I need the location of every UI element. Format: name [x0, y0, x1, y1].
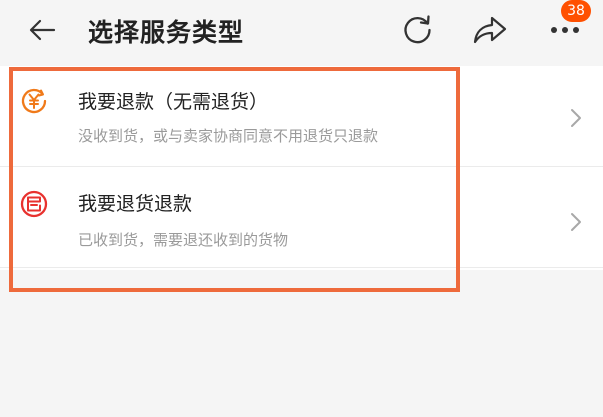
- service-type-list: 我要退款（无需退货） 没收到货，或与卖家协商同意不用退货只退款 我要退货退款 已…: [0, 66, 603, 270]
- page-title: 选择服务类型: [88, 18, 245, 47]
- refund-yen-icon: [21, 88, 47, 114]
- share-button[interactable]: [470, 10, 510, 50]
- back-button[interactable]: [22, 12, 62, 48]
- share-icon: [473, 16, 507, 44]
- refresh-icon: [404, 15, 431, 44]
- notification-badge: 38: [561, 0, 591, 22]
- top-bar: 选择服务类型 38: [0, 0, 603, 62]
- back-arrow-icon: [29, 19, 56, 41]
- refresh-button[interactable]: [398, 10, 438, 50]
- option-return-and-refund[interactable]: 我要退货退款 已收到货，需要退还收到的货物: [0, 167, 603, 268]
- chevron-right-icon: [571, 109, 581, 127]
- option-title: 我要退款（无需退货）: [78, 91, 269, 113]
- option-title: 我要退货退款: [78, 193, 193, 215]
- option-refund-only[interactable]: 我要退款（无需退货） 没收到货，或与卖家协商同意不用退货只退款: [0, 66, 603, 167]
- chevron-right-icon: [571, 213, 581, 231]
- more-icon: [551, 27, 579, 33]
- option-subtitle: 没收到货，或与卖家协商同意不用退货只退款: [78, 127, 379, 145]
- option-subtitle: 已收到货，需要退还收到的货物: [78, 231, 289, 249]
- return-goods-icon: [20, 190, 48, 218]
